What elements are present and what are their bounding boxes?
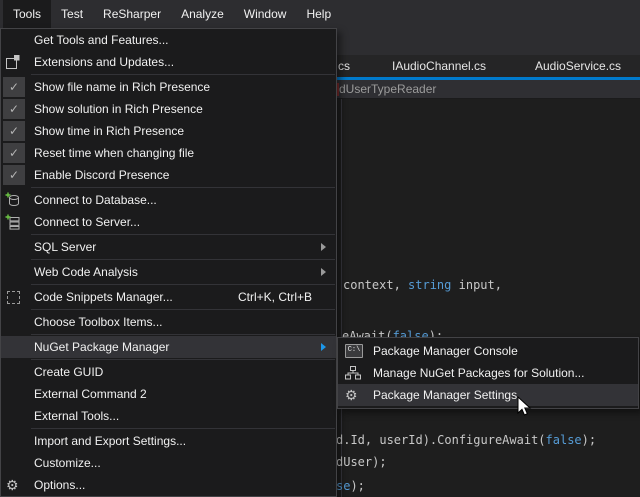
- menubar-test[interactable]: Test: [51, 0, 93, 28]
- menu-item-show-file-name[interactable]: ✓ Show file name in Rich Presence: [1, 76, 336, 98]
- gear-icon: ⚙: [6, 478, 19, 492]
- tab-clipped[interactable]: cs: [338, 55, 350, 77]
- check-icon: ✓: [3, 165, 25, 185]
- submenu-item-manage-nuget-packages[interactable]: Manage NuGet Packages for Solution...: [338, 362, 638, 384]
- submenu-arrow-icon: [321, 343, 326, 351]
- menu-item-show-solution[interactable]: ✓ Show solution in Rich Presence: [1, 98, 336, 120]
- menu-item-external-command-2[interactable]: External Command 2: [1, 383, 336, 405]
- clipped-red-indicator: [337, 83, 339, 96]
- database-add-icon: [5, 192, 21, 208]
- menu-item-show-time[interactable]: ✓ Show time in Rich Presence: [1, 120, 336, 142]
- menu-item-import-and-export-settings[interactable]: Import and Export Settings...: [1, 430, 336, 452]
- check-icon: ✓: [3, 99, 25, 119]
- code-line: d.Id, userId).ConfigureAwait(false);: [336, 433, 596, 448]
- submenu-arrow-icon: [321, 268, 326, 276]
- menu-item-choose-toolbox-items[interactable]: Choose Toolbox Items...: [1, 311, 336, 333]
- menu-item-extensions-and-updates[interactable]: Extensions and Updates...: [1, 51, 336, 73]
- menu-item-nuget-package-manager[interactable]: NuGet Package Manager: [1, 336, 336, 358]
- menu-item-connect-to-database[interactable]: Connect to Database...: [1, 189, 336, 211]
- tab-audioservice[interactable]: AudioService.cs: [535, 55, 621, 77]
- breadcrumb[interactable]: dUserTypeReader: [339, 80, 436, 98]
- extensions-icon: [6, 55, 20, 69]
- console-icon: C:\: [345, 344, 363, 358]
- code-line: context, string input,: [343, 278, 502, 293]
- menu-item-connect-to-server[interactable]: Connect to Server...: [1, 211, 336, 233]
- menu-item-enable-discord-presence[interactable]: ✓ Enable Discord Presence: [1, 164, 336, 186]
- check-icon: ✓: [3, 143, 25, 163]
- menu-item-external-tools[interactable]: External Tools...: [1, 405, 336, 427]
- menu-separator: [31, 359, 335, 360]
- code-line: dUser);: [336, 455, 387, 470]
- menu-separator: [31, 334, 335, 335]
- menu-item-sql-server[interactable]: SQL Server: [1, 236, 336, 258]
- check-icon: ✓: [3, 77, 25, 97]
- menu-item-customize[interactable]: Customize...: [1, 452, 336, 474]
- menu-item-get-tools-and-features[interactable]: Get Tools and Features...: [1, 29, 336, 51]
- menubar-help[interactable]: Help: [296, 0, 341, 28]
- menubar-window[interactable]: Window: [234, 0, 297, 28]
- menubar-tools[interactable]: Tools: [3, 0, 51, 28]
- server-add-icon: [5, 214, 21, 230]
- menu-item-options[interactable]: ⚙ Options...: [1, 474, 336, 496]
- nuget-solution-icon: [345, 366, 361, 380]
- menubar-analyze[interactable]: Analyze: [171, 0, 234, 28]
- nuget-submenu: C:\ Package Manager Console Manage NuGet…: [337, 337, 639, 409]
- menu-item-web-code-analysis[interactable]: Web Code Analysis: [1, 261, 336, 283]
- menu-item-reset-time[interactable]: ✓ Reset time when changing file: [1, 142, 336, 164]
- menu-item-code-snippets-manager[interactable]: Code Snippets Manager... Ctrl+K, Ctrl+B: [1, 286, 336, 308]
- menu-separator: [31, 284, 335, 285]
- gear-icon: ⚙: [345, 388, 358, 402]
- code-snippets-icon: [7, 291, 20, 304]
- menubar-resharper[interactable]: ReSharper: [93, 0, 171, 28]
- tools-menu: Get Tools and Features... Extensions and…: [0, 28, 337, 497]
- submenu-arrow-icon: [321, 243, 326, 251]
- menu-separator: [31, 187, 335, 188]
- mouse-cursor-icon: [517, 396, 533, 418]
- menu-separator: [31, 74, 335, 75]
- code-line: se);: [336, 479, 365, 494]
- submenu-item-package-manager-console[interactable]: C:\ Package Manager Console: [338, 340, 638, 362]
- menu-separator: [31, 309, 335, 310]
- check-icon: ✓: [3, 121, 25, 141]
- tab-iaudiochannel[interactable]: IAudioChannel.cs: [392, 55, 486, 77]
- menu-separator: [31, 428, 335, 429]
- menu-separator: [31, 234, 335, 235]
- menu-separator: [31, 259, 335, 260]
- main-menu-bar: Tools Test ReSharper Analyze Window Help: [0, 0, 640, 28]
- menu-item-create-guid[interactable]: Create GUID: [1, 361, 336, 383]
- shortcut-label: Ctrl+K, Ctrl+B: [238, 290, 312, 304]
- submenu-item-package-manager-settings[interactable]: ⚙ Package Manager Settings: [338, 384, 638, 406]
